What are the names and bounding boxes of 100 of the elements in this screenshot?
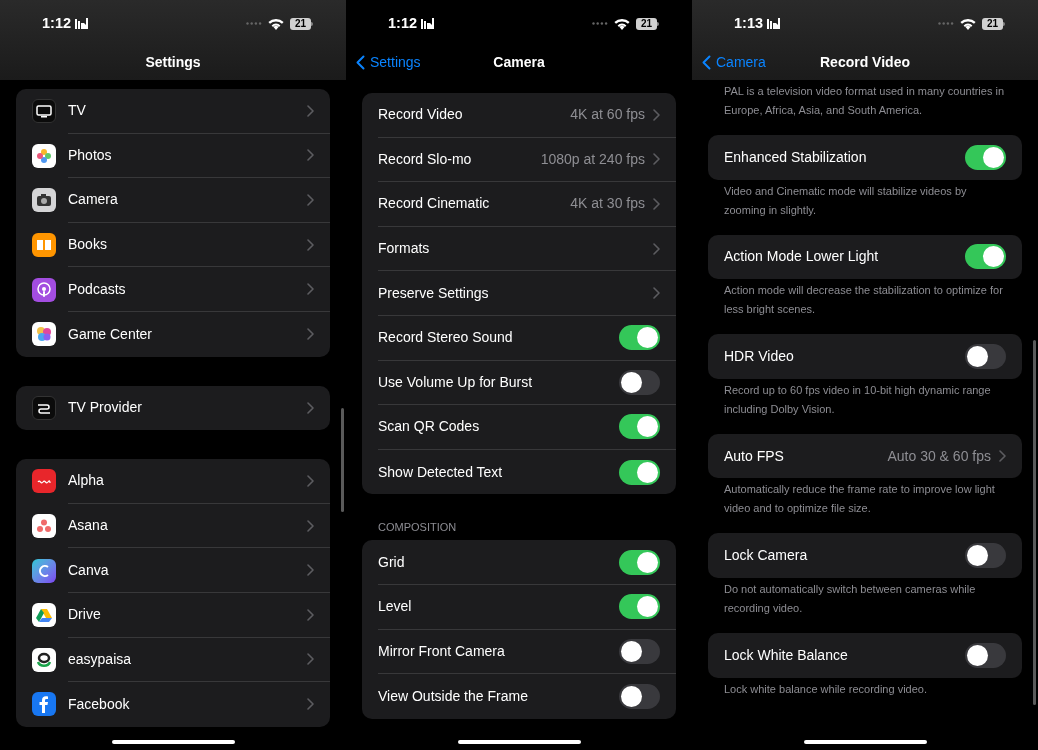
section-footer: Action mode will decrease the stabilization to optimize for less bright scenes. [692, 279, 1038, 320]
chevron-right-icon[interactable] [653, 153, 660, 166]
nav-title: Settings [145, 53, 201, 72]
section-footer: PAL is a television video format used in many countries in Europe, Africa, Asia, and South America. [692, 80, 1038, 120]
section-footer: Video and Cinematic mode will stabilize videos by zooming in slightly. [692, 179, 1038, 220]
chevron-right-icon[interactable] [307, 608, 314, 621]
bubbles-icon [32, 322, 56, 347]
setting-value: 1080p at 240 fps [540, 149, 645, 169]
battery-percentage: 21 [982, 17, 1003, 30]
flower-icon [32, 143, 56, 168]
signal-dots-icon [592, 22, 608, 25]
section-footer: Do not automatically switch between cameras while recording video. [692, 577, 1038, 618]
setting-label: Enhanced Stabilization [724, 147, 868, 167]
app-name: TV [68, 101, 87, 121]
toggle-switch[interactable] [619, 683, 660, 709]
dots-icon [32, 514, 56, 539]
section-footer: Record up to 60 fps video in 10-bit high dynamic range including Dolby Vision. [692, 378, 1038, 419]
wifi-icon [960, 17, 976, 30]
toggle-switch[interactable] [965, 344, 1006, 369]
setting-label: Record Cinematic [378, 194, 491, 214]
focus-icon [767, 18, 781, 29]
setting-label: Record Video [378, 105, 464, 125]
chevron-right-icon[interactable] [653, 108, 660, 121]
status-time: 1:13 [734, 13, 764, 33]
setting-label: Mirror Front Camera [378, 641, 506, 661]
chevron-right-icon[interactable] [653, 242, 660, 255]
back-link[interactable]: Camera [702, 52, 766, 73]
app-name: Facebook [68, 694, 131, 714]
camera-icon [32, 188, 56, 213]
chevron-right-icon[interactable] [307, 401, 314, 414]
chevron-right-icon[interactable] [307, 328, 314, 341]
chevron-right-icon[interactable] [307, 698, 314, 711]
signal-dots-icon [246, 22, 262, 25]
chevron-right-icon[interactable] [307, 238, 314, 251]
toggle-switch[interactable] [965, 543, 1006, 569]
focus-icon [421, 18, 435, 29]
app-name: TV Provider [68, 398, 143, 418]
chevron-left-icon[interactable] [702, 55, 711, 70]
chevron-right-icon[interactable] [653, 287, 660, 300]
podcast-icon [32, 277, 56, 302]
nav-title: Camera [493, 53, 545, 72]
app-name: Drive [68, 605, 102, 625]
book-icon [32, 233, 56, 258]
setting-label: Action Mode Lower Light [724, 247, 880, 267]
ring-icon [32, 647, 56, 672]
setting-label: Lock White Balance [724, 645, 849, 665]
toggle-switch[interactable] [619, 459, 660, 485]
tv-icon [32, 99, 56, 124]
setting-label: Use Volume Up for Burst [378, 372, 534, 392]
toggle-switch[interactable] [619, 549, 660, 575]
toggle-switch[interactable] [965, 642, 1006, 668]
setting-label: Lock Camera [724, 546, 809, 566]
status-time: 1:12 [42, 13, 72, 33]
nav-title: Record Video [820, 53, 910, 72]
app-name: easypaisa [68, 649, 133, 669]
toggle-switch[interactable] [619, 369, 660, 395]
toggle-switch[interactable] [965, 144, 1006, 170]
battery-percentage: 21 [290, 17, 311, 30]
toggle-switch[interactable] [619, 594, 660, 620]
chevron-right-icon[interactable] [307, 104, 314, 117]
app-name: Photos [68, 145, 113, 165]
app-name: Podcasts [68, 279, 127, 299]
toggle-switch[interactable] [619, 638, 660, 664]
chevron-right-icon[interactable] [307, 283, 314, 296]
setting-label: Grid [378, 552, 406, 572]
chevron-right-icon[interactable] [307, 564, 314, 577]
setting-label: Record Stereo Sound [378, 328, 514, 348]
section-header: COMPOSITION [377, 520, 458, 536]
letter-f-icon [32, 692, 56, 717]
chevron-right-icon[interactable] [999, 450, 1006, 463]
setting-label: Show Detected Text [378, 462, 504, 482]
chevron-right-icon[interactable] [307, 653, 314, 666]
section-footer: Lock white balance while recording video. [692, 677, 1038, 699]
wifi-icon [614, 17, 630, 30]
section-footer: Automatically reduce the frame rate to improve low light video and to optimize file size. [692, 478, 1038, 519]
app-name: Canva [68, 560, 110, 580]
back-link[interactable]: Settings [356, 52, 421, 73]
toggle-switch[interactable] [619, 325, 660, 351]
app-name: Alpha [68, 471, 105, 491]
chevron-right-icon[interactable] [307, 474, 314, 487]
setting-value: Auto 30 & 60 fps [887, 446, 991, 466]
setting-value: 4K at 60 fps [570, 105, 645, 125]
signal-dots-icon [938, 22, 954, 25]
toggle-switch[interactable] [965, 244, 1006, 270]
setting-label: Level [378, 597, 413, 617]
curve-icon [32, 558, 56, 583]
chevron-right-icon[interactable] [307, 519, 314, 532]
battery-percentage: 21 [636, 17, 657, 30]
app-name: Books [68, 235, 108, 255]
status-time: 1:12 [388, 13, 418, 33]
chevron-right-icon[interactable] [307, 194, 314, 206]
wifi-icon [268, 17, 284, 30]
chevron-right-icon[interactable] [307, 149, 314, 162]
chevron-left-icon[interactable] [356, 55, 365, 70]
setting-value: 4K at 30 fps [570, 194, 645, 214]
cable-icon [32, 395, 56, 420]
app-name: Game Center [68, 324, 154, 344]
setting-label: Scan QR Codes [378, 417, 481, 437]
toggle-switch[interactable] [619, 414, 660, 440]
chevron-right-icon[interactable] [653, 198, 660, 210]
